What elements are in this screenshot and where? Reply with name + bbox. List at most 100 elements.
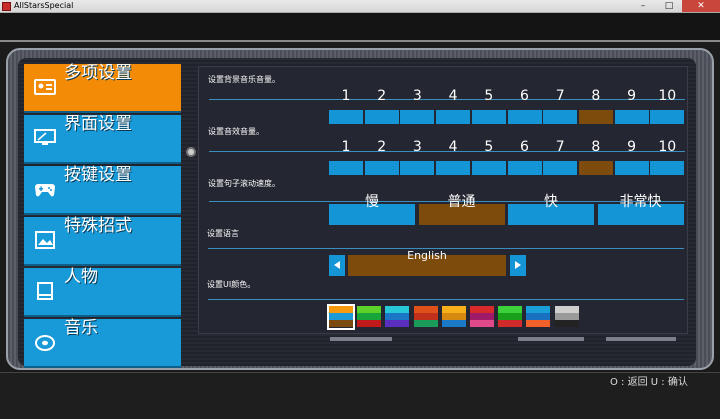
se-level-4[interactable]: 4 xyxy=(436,139,471,175)
language-value: English xyxy=(407,249,447,262)
ui-color-swatch-1[interactable] xyxy=(357,306,382,328)
se-level-8[interactable]: 8 xyxy=(578,139,613,175)
speed-label: 快 xyxy=(544,194,558,210)
level-label: 6 xyxy=(520,139,529,155)
level-label: 3 xyxy=(412,88,422,104)
level-label: 7 xyxy=(555,88,565,104)
sidebar-item-label: 人物 xyxy=(64,267,98,287)
bgm-level-1[interactable]: 1 xyxy=(329,88,363,124)
bgm-level-4[interactable]: 4 xyxy=(436,88,471,124)
level-label: 2 xyxy=(377,88,387,104)
level-box xyxy=(471,161,506,175)
minimize-button[interactable]: – xyxy=(630,0,656,12)
level-box xyxy=(578,110,613,124)
deco-bar xyxy=(606,337,676,341)
se-volume-selector: 1 2 3 4 5 6 7 8 9 10 xyxy=(329,139,685,175)
level-box xyxy=(507,110,542,124)
picture-icon xyxy=(35,231,55,249)
bgm-level-8[interactable]: 8 xyxy=(578,88,613,124)
level-box xyxy=(614,161,649,175)
gamepad-icon xyxy=(35,184,55,197)
level-label: 4 xyxy=(448,139,458,155)
se-level-2[interactable]: 2 xyxy=(364,139,399,175)
sidebar-item-keys[interactable]: 按键设置 xyxy=(24,165,181,215)
sidebar-item-special-moves[interactable]: 特殊招式 xyxy=(24,216,181,266)
language-label: 设置语言 xyxy=(207,229,239,238)
bgm-level-2[interactable]: 2 xyxy=(364,88,399,124)
bgm-volume-selector: 1 2 3 4 5 6 7 8 9 10 xyxy=(329,88,685,124)
ui-color-label: 设置UI颜色。 xyxy=(207,280,256,289)
level-label: 5 xyxy=(484,88,494,104)
ui-color-swatch-7[interactable] xyxy=(526,306,551,328)
ui-color-swatch-6[interactable] xyxy=(498,306,523,328)
level-label: 3 xyxy=(412,139,422,155)
scroll-speed-option-1[interactable]: 普通 xyxy=(418,194,505,226)
level-box xyxy=(364,110,399,124)
title-bar: AllStarsSpecial – □ ✕ xyxy=(0,0,720,13)
se-level-9[interactable]: 9 xyxy=(614,139,649,175)
scroll-speed-option-3[interactable]: 非常快 xyxy=(597,194,684,226)
level-box xyxy=(329,161,363,175)
ui-color-swatch-3[interactable] xyxy=(413,306,438,328)
language-prev-button[interactable] xyxy=(329,255,345,276)
speed-label: 慢 xyxy=(365,194,379,210)
sidebar-item-music[interactable]: 音乐 xyxy=(24,318,181,368)
bgm-level-10[interactable]: 10 xyxy=(650,88,685,124)
sidebar-item-label: 按键设置 xyxy=(64,165,132,185)
sidebar-item-characters[interactable]: 人物 xyxy=(24,267,181,317)
ui-color-swatch-2[interactable] xyxy=(385,306,410,328)
maximize-button[interactable]: □ xyxy=(656,0,682,12)
sidebar-item-interface[interactable]: 界面设置 xyxy=(24,114,181,164)
ui-color-swatch-8[interactable] xyxy=(554,306,579,328)
sidebar-item-label: 音乐 xyxy=(64,318,98,338)
close-button[interactable]: ✕ xyxy=(682,0,720,12)
level-box xyxy=(436,161,471,175)
se-level-1[interactable]: 1 xyxy=(329,139,363,175)
speed-label: 普通 xyxy=(447,194,476,210)
bgm-level-7[interactable]: 7 xyxy=(543,88,578,124)
language-next-button[interactable] xyxy=(510,255,526,276)
level-box xyxy=(578,161,613,175)
level-label: 10 xyxy=(658,88,677,104)
settings-sidebar: 多项设置 界面设置 按键设置 特殊招式 人物 音乐 xyxy=(24,63,181,368)
se-level-3[interactable]: 3 xyxy=(400,139,435,175)
window-title: AllStarsSpecial xyxy=(14,1,74,10)
ui-color-swatch-5[interactable] xyxy=(470,306,494,328)
level-box xyxy=(507,161,542,175)
level-box xyxy=(543,110,578,124)
scroll-speed-selector: 慢 普通 快 非常快 xyxy=(329,194,685,226)
scroll-speed-option-0[interactable]: 慢 xyxy=(329,194,415,226)
ui-color-swatch-0[interactable] xyxy=(327,304,355,330)
deco-bar xyxy=(330,337,392,341)
se-level-6[interactable]: 6 xyxy=(507,139,542,175)
se-volume-label: 设置音效音量。 xyxy=(208,127,264,136)
bgm-level-9[interactable]: 9 xyxy=(614,88,649,124)
sidebar-item-label: 特殊招式 xyxy=(64,216,132,236)
controls-hint: O : 返回 U : 确认 xyxy=(610,377,688,388)
level-box xyxy=(543,161,578,175)
scroll-knob[interactable] xyxy=(186,147,196,157)
top-divider xyxy=(0,40,720,42)
bgm-level-5[interactable]: 5 xyxy=(471,88,506,124)
level-label: 9 xyxy=(627,139,637,155)
se-level-10[interactable]: 10 xyxy=(650,139,685,175)
id-card-icon xyxy=(34,79,56,95)
level-label: 6 xyxy=(520,88,529,104)
level-label: 1 xyxy=(341,88,351,104)
level-box xyxy=(650,110,685,124)
level-box xyxy=(400,110,435,124)
se-level-7[interactable]: 7 xyxy=(543,139,578,175)
level-box xyxy=(364,161,399,175)
se-level-5[interactable]: 5 xyxy=(471,139,506,175)
sidebar-item-label: 界面设置 xyxy=(64,114,132,134)
scroll-speed-option-2[interactable]: 快 xyxy=(508,194,594,226)
ui-color-swatch-4[interactable] xyxy=(441,306,466,328)
monitor-icon xyxy=(34,129,56,145)
level-box xyxy=(436,110,471,124)
bgm-volume-label: 设置背景音乐音量。 xyxy=(208,75,280,84)
bgm-level-3[interactable]: 3 xyxy=(400,88,435,124)
sidebar-item-multi-settings[interactable]: 多项设置 xyxy=(24,63,181,113)
divider xyxy=(208,299,684,300)
bgm-level-6[interactable]: 6 xyxy=(507,88,542,124)
level-label: 10 xyxy=(658,139,677,155)
